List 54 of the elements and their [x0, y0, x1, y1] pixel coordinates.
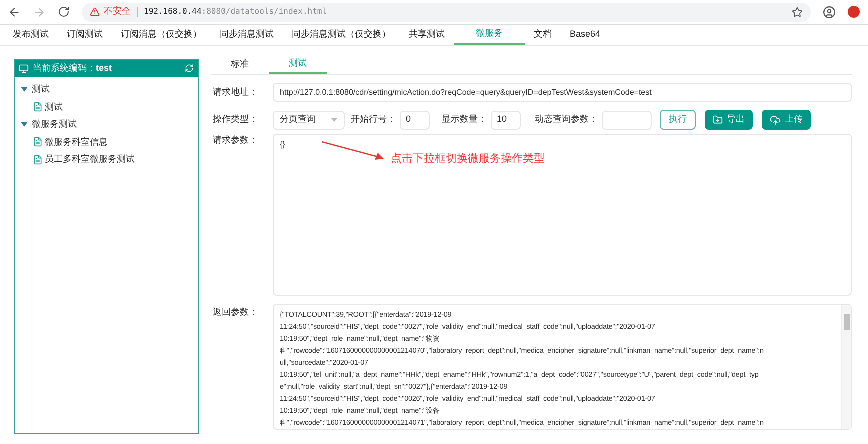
security-label: 不安全: [104, 5, 131, 18]
field-label: 请求地址：: [212, 86, 259, 99]
cloud-upload-icon: [770, 114, 781, 126]
nav-tab[interactable]: 发布测试: [4, 25, 58, 45]
tree-leaf[interactable]: 微服务科室信息: [45, 136, 108, 149]
field-label: 请求参数：: [212, 134, 259, 147]
annotation-text: 点击下拉框切换微服务操作类型: [391, 152, 545, 167]
dropdown-caret-icon: [331, 118, 338, 122]
refresh-icon[interactable]: [185, 64, 194, 73]
nav-tab[interactable]: 微服务: [454, 25, 525, 45]
star-icon[interactable]: [792, 6, 803, 18]
tree-leaf[interactable]: 员工多科室微服务测试: [45, 153, 135, 166]
back-icon[interactable]: [8, 6, 21, 18]
nav-tab[interactable]: Base64: [561, 25, 610, 45]
tree-node[interactable]: 微服务测试: [32, 118, 77, 132]
update-icon[interactable]: [848, 6, 860, 18]
warning-icon: [90, 7, 100, 17]
reload-icon[interactable]: [58, 6, 70, 18]
dynamic-params-field[interactable]: [602, 110, 652, 130]
monitor-icon: [19, 64, 29, 74]
count-field[interactable]: 10: [491, 110, 521, 130]
url-field[interactable]: http://127.0.0.1:8080/cdr/setting/micAction.do?reqCode=query&queryID=depTestWest&systemCode=test: [273, 83, 852, 102]
scrollbar[interactable]: [841, 305, 851, 429]
export-button[interactable]: 导出: [705, 110, 753, 130]
sub-tab[interactable]: 标准: [211, 55, 269, 74]
address-bar[interactable]: 不安全 192.168.0.44:8080/datatools/index.html: [82, 2, 811, 22]
field-label: 返回参数：: [212, 306, 259, 319]
tree-leaf[interactable]: 测试: [45, 100, 63, 114]
nav-tab[interactable]: 同步消息测试（仅交换）: [283, 25, 400, 45]
file-icon: [33, 137, 43, 148]
field-label: 显示数量：: [442, 113, 487, 126]
nav-tab[interactable]: 订阅消息（仅交换）: [112, 25, 211, 45]
account-icon[interactable]: [823, 6, 836, 18]
caret-icon[interactable]: [21, 86, 28, 94]
tree-node[interactable]: 测试: [32, 83, 50, 96]
file-icon: [33, 102, 43, 112]
folder-icon: [713, 115, 723, 125]
file-icon: [33, 154, 43, 165]
field-label: 开始行号：: [351, 113, 396, 126]
caret-icon[interactable]: [21, 121, 28, 128]
nav-tab[interactable]: 订阅测试: [58, 25, 112, 45]
nav-tab[interactable]: 文档: [525, 25, 561, 45]
upload-button[interactable]: 上传: [762, 110, 811, 130]
annotation-arrow: [320, 140, 386, 162]
url-text: 192.168.0.44:8080/datatools/index.html: [144, 6, 328, 18]
field-label: 动态查询参数：: [535, 113, 598, 126]
field-label: 操作类型：: [212, 113, 259, 126]
sub-tab[interactable]: 测试: [269, 55, 327, 74]
response-area[interactable]: [273, 304, 852, 430]
panel-title: 当前系统编码：test: [33, 62, 112, 75]
start-row-field[interactable]: 0: [400, 110, 430, 130]
nav-tab[interactable]: 共享测试: [400, 25, 454, 45]
nav-tab[interactable]: 同步消息测试: [211, 25, 283, 45]
operation-select[interactable]: 分页查询: [273, 110, 345, 130]
